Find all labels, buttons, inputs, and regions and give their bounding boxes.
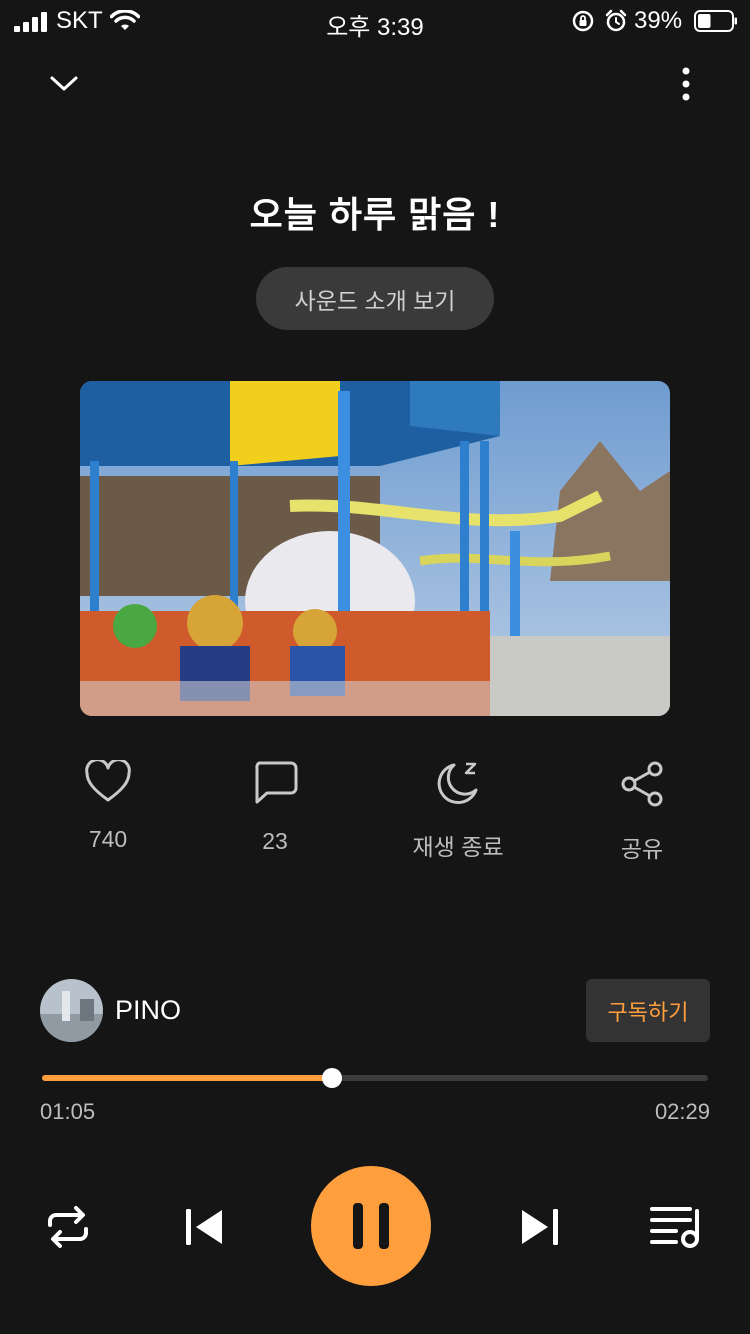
- battery-percent: 39%: [634, 7, 683, 34]
- avatar[interactable]: [40, 979, 103, 1042]
- total-time: 02:29: [654, 1099, 710, 1124]
- cover-image: [80, 381, 670, 716]
- battery-icon: [694, 10, 737, 32]
- pause-icon: [353, 1203, 389, 1249]
- chevron-down-icon[interactable]: [48, 70, 80, 96]
- share-icon: [621, 761, 663, 807]
- pause-button[interactable]: [311, 1166, 431, 1286]
- moon-sleep-icon: [437, 762, 478, 804]
- rotation-lock-icon: [572, 10, 594, 32]
- artist-name[interactable]: PINO: [115, 995, 181, 1026]
- share-label: 공유: [620, 836, 664, 862]
- sound-intro-button[interactable]: 사운드 소개 보기: [256, 267, 494, 330]
- next-icon[interactable]: [520, 1207, 560, 1247]
- sleep-timer-action[interactable]: 재생 종료: [398, 760, 518, 862]
- alarm-icon: [605, 9, 627, 32]
- playlist-icon[interactable]: [650, 1205, 704, 1249]
- comment-count: 23: [262, 828, 288, 854]
- repeat-icon[interactable]: [44, 1203, 92, 1251]
- subscribe-button[interactable]: 구독하기: [586, 979, 710, 1042]
- current-time: 01:05: [40, 1099, 96, 1124]
- comment-action[interactable]: 23: [215, 760, 335, 855]
- previous-icon[interactable]: [184, 1207, 224, 1247]
- status-bar: SKT 오후 3:39 39%: [0, 0, 750, 44]
- share-action[interactable]: 공유: [582, 760, 702, 864]
- like-action[interactable]: 740: [48, 760, 168, 853]
- more-vertical-icon[interactable]: [676, 66, 696, 102]
- progress-handle[interactable]: [322, 1068, 343, 1088]
- comment-icon: [255, 761, 298, 804]
- track-title: 오늘 하루 맑음 !: [249, 194, 501, 235]
- sleep-timer-label: 재생 종료: [412, 834, 504, 860]
- progress-bar[interactable]: [42, 1068, 708, 1088]
- progress-fill: [42, 1075, 333, 1081]
- like-count: 740: [88, 826, 128, 852]
- heart-icon: [85, 760, 131, 802]
